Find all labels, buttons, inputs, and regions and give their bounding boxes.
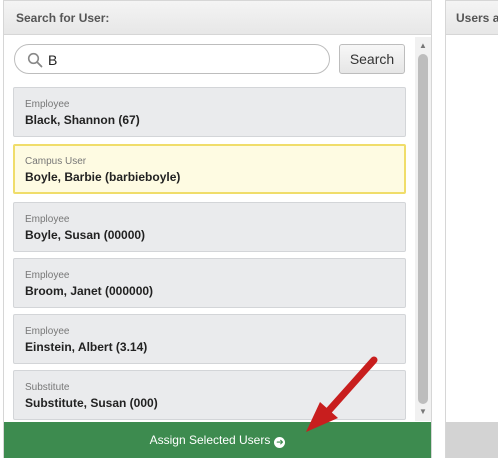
- panel-title: Search for User:: [4, 1, 431, 35]
- user-name: Boyle, Susan (00000): [25, 228, 146, 242]
- user-name: Black, Shannon (67): [25, 113, 140, 127]
- list-item[interactable]: Employee Broom, Janet (000000): [13, 258, 406, 308]
- scroll-up-icon[interactable]: ▲: [415, 39, 431, 53]
- search-input[interactable]: B: [14, 44, 330, 74]
- user-role: Campus User: [25, 156, 87, 167]
- search-icon: [27, 52, 43, 68]
- annotation-arrow-icon: [306, 356, 378, 432]
- user-role: Employee: [25, 326, 70, 337]
- scroll-down-icon[interactable]: ▼: [415, 405, 431, 419]
- list-item[interactable]: Employee Boyle, Susan (00000): [13, 202, 406, 252]
- results-scrollbar[interactable]: ▲ ▼: [415, 37, 431, 421]
- panel-footer: [446, 422, 498, 458]
- panel-title: Users a: [446, 1, 498, 35]
- user-role: Employee: [25, 270, 70, 281]
- arrow-right-circle-icon: ➜: [274, 437, 286, 448]
- assigned-users-panel: Users a: [445, 0, 498, 458]
- search-row: B Search: [12, 43, 407, 75]
- search-button[interactable]: Search: [339, 44, 405, 74]
- list-item[interactable]: Employee Black, Shannon (67): [13, 87, 406, 137]
- user-name: Broom, Janet (000000): [25, 284, 154, 298]
- user-role: Employee: [25, 99, 70, 110]
- list-item-selected[interactable]: Campus User Boyle, Barbie (barbieboyle): [13, 144, 406, 194]
- assign-button-label: Assign Selected Users: [149, 433, 271, 447]
- user-role: Employee: [25, 214, 70, 225]
- search-input-value: B: [48, 52, 58, 68]
- user-name: Boyle, Barbie (barbieboyle): [25, 170, 181, 184]
- scroll-thumb[interactable]: [418, 54, 428, 404]
